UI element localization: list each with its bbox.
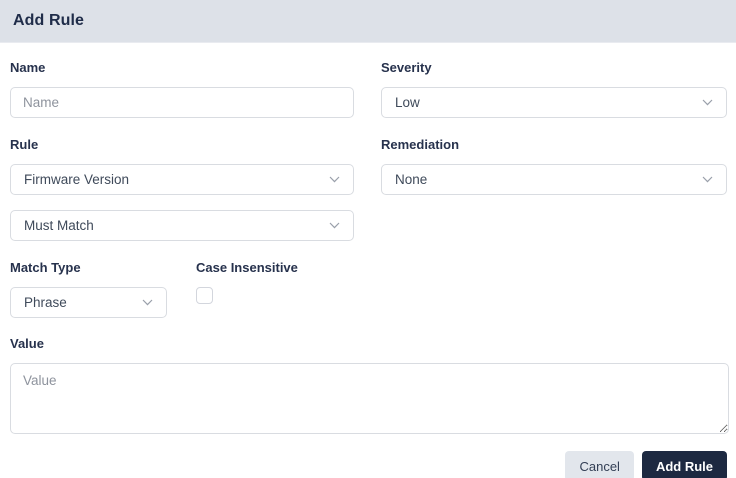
remediation-select[interactable]: None bbox=[381, 164, 727, 195]
rule-label: Rule bbox=[10, 137, 39, 152]
add-rule-button[interactable]: Add Rule bbox=[641, 451, 727, 478]
remediation-label: Remediation bbox=[381, 137, 460, 152]
chevron-down-icon bbox=[142, 299, 153, 306]
match-mode-select-value: Must Match bbox=[24, 218, 94, 233]
chevron-down-icon bbox=[702, 176, 713, 183]
dialog-title: Add Rule bbox=[13, 12, 85, 29]
value-textarea[interactable] bbox=[10, 363, 729, 434]
dialog-body: Name Severity Low Rule Firmware Version bbox=[0, 43, 736, 478]
rule-select-value: Firmware Version bbox=[24, 172, 130, 187]
chevron-down-icon bbox=[329, 176, 340, 183]
name-label: Name bbox=[10, 60, 46, 75]
match-type-select[interactable]: Phrase bbox=[10, 287, 167, 318]
severity-label: Severity bbox=[381, 60, 432, 75]
match-type-label: Match Type bbox=[10, 260, 81, 275]
match-mode-select[interactable]: Must Match bbox=[10, 210, 354, 241]
dialog-footer: Cancel Add Rule bbox=[10, 451, 727, 478]
chevron-down-icon bbox=[702, 99, 713, 106]
match-type-select-value: Phrase bbox=[24, 295, 67, 310]
value-label: Value bbox=[10, 336, 44, 351]
case-insensitive-label: Case Insensitive bbox=[196, 260, 298, 275]
remediation-select-value: None bbox=[395, 172, 428, 187]
add-rule-dialog: Add Rule Name Severity Low Rule bbox=[0, 0, 736, 478]
name-input[interactable] bbox=[10, 87, 354, 118]
rule-select[interactable]: Firmware Version bbox=[10, 164, 354, 195]
severity-select[interactable]: Low bbox=[381, 87, 727, 118]
case-insensitive-checkbox[interactable] bbox=[196, 287, 213, 304]
cancel-button[interactable]: Cancel bbox=[565, 451, 634, 478]
severity-select-value: Low bbox=[395, 95, 420, 110]
dialog-header: Add Rule bbox=[0, 0, 736, 43]
chevron-down-icon bbox=[329, 222, 340, 229]
